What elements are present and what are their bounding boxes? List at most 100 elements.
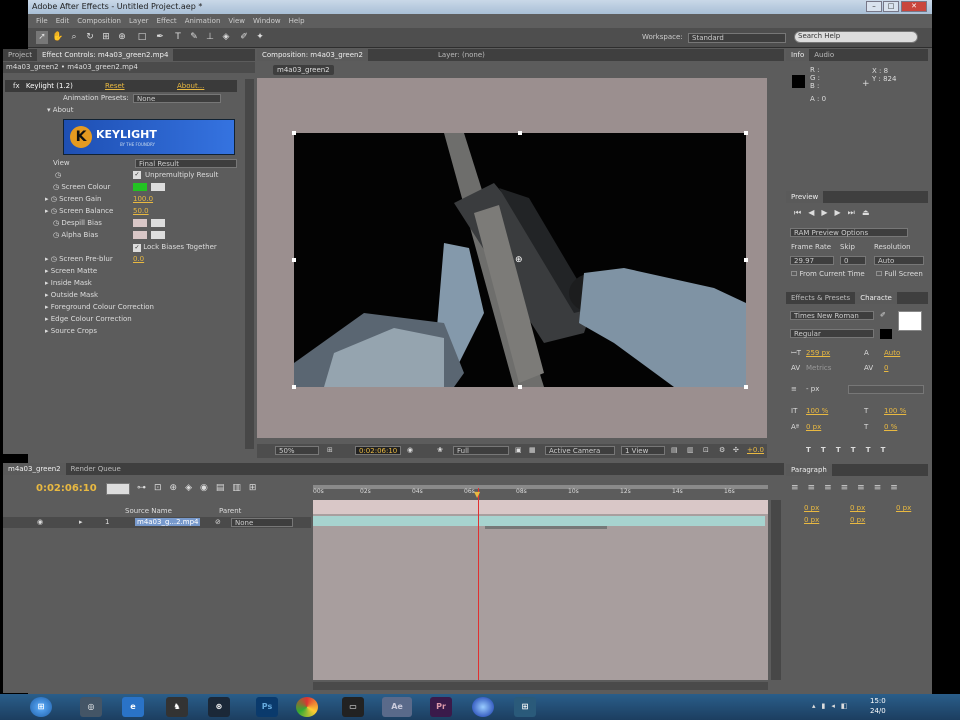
- menu-composition[interactable]: Composition: [77, 14, 121, 28]
- reset-link[interactable]: Reset: [105, 80, 125, 92]
- comp-name-button[interactable]: m4a03_green2: [273, 65, 334, 75]
- search-help-input[interactable]: Search Help: [794, 31, 918, 43]
- layer-duration-bar[interactable]: [313, 516, 765, 526]
- tab-effect-controls[interactable]: Effect Controls: m4a03_green2.mp4: [36, 49, 174, 61]
- parent-select[interactable]: None: [231, 518, 293, 527]
- transform-handle[interactable]: [292, 385, 296, 389]
- stopwatch-icon[interactable]: ◷: [53, 219, 59, 227]
- rotate-tool-icon[interactable]: ↻: [84, 31, 96, 44]
- layer-expand-icon[interactable]: ▸: [79, 518, 83, 526]
- view-select[interactable]: Final Result: [135, 159, 237, 168]
- baseline-shift-value[interactable]: 0 px: [806, 423, 821, 431]
- chrome-icon[interactable]: [296, 697, 318, 717]
- timeline-search-input[interactable]: [106, 483, 130, 495]
- tracking-value[interactable]: 0: [884, 364, 888, 372]
- time-ruler[interactable]: [313, 485, 768, 500]
- current-time-indicator[interactable]: [478, 488, 479, 680]
- menu-layer[interactable]: Layer: [129, 14, 149, 28]
- menu-help[interactable]: Help: [289, 14, 305, 28]
- tab-effects-presets[interactable]: Effects & Presets: [786, 292, 855, 304]
- about-link[interactable]: About...: [177, 80, 204, 92]
- tray-icons[interactable]: ▴▮◂◧: [812, 702, 854, 710]
- camera-select[interactable]: Active Camera: [545, 446, 615, 455]
- resolution-select[interactable]: Full: [453, 446, 509, 455]
- camera-tool-icon[interactable]: ⊞: [100, 31, 112, 44]
- timeline-icon[interactable]: ⊡: [703, 446, 709, 454]
- fx-switch-icon[interactable]: ⊘: [215, 518, 221, 526]
- menu-animation[interactable]: Animation: [185, 14, 221, 28]
- transform-handle[interactable]: [518, 385, 522, 389]
- work-area-bar[interactable]: [313, 485, 768, 489]
- space-before-value[interactable]: 0 px: [804, 516, 819, 524]
- transform-handle[interactable]: [292, 131, 296, 135]
- channel-icon[interactable]: ❀: [437, 446, 443, 454]
- playhead-icon[interactable]: ▼: [474, 490, 480, 499]
- comp-timecode[interactable]: 0:02:06:10: [355, 446, 401, 455]
- indent-right-value[interactable]: 0 px: [896, 504, 911, 512]
- unpremultiply-checkbox[interactable]: ✓: [133, 171, 141, 179]
- terminal-icon[interactable]: ▭: [342, 697, 364, 717]
- font-select[interactable]: Times New Roman: [790, 311, 874, 320]
- source-name-header[interactable]: Source Name: [125, 507, 172, 515]
- transform-handle[interactable]: [292, 258, 296, 262]
- menu-file[interactable]: File: [36, 14, 48, 28]
- skip-select[interactable]: 0: [840, 256, 866, 265]
- pen-tool-icon[interactable]: ✒: [154, 31, 166, 44]
- menu-effect[interactable]: Effect: [157, 14, 177, 28]
- eraser-tool-icon[interactable]: ◈: [220, 31, 232, 44]
- despill-swatch[interactable]: [133, 219, 147, 227]
- hand-tool-icon[interactable]: ✋: [52, 31, 64, 44]
- eyedropper-icon[interactable]: [151, 219, 165, 227]
- fast-preview-icon[interactable]: ▥: [687, 446, 694, 454]
- media-icon[interactable]: ◎: [80, 697, 102, 717]
- transform-handle[interactable]: [744, 131, 748, 135]
- screen-preblur-value[interactable]: 0.0: [133, 253, 144, 265]
- transform-handle[interactable]: [744, 385, 748, 389]
- indent-left-value[interactable]: 0 px: [804, 504, 819, 512]
- stopwatch-icon[interactable]: ◷: [55, 171, 61, 179]
- effect-controls-scrollbar[interactable]: [245, 79, 254, 449]
- text-style-buttons[interactable]: TTTTTT: [806, 446, 895, 454]
- layer-name[interactable]: m4a03_g...2.mp4: [135, 518, 201, 526]
- clone-tool-icon[interactable]: ⊥: [204, 31, 216, 44]
- tab-composition[interactable]: Composition: m4a03_green2: [257, 49, 368, 61]
- tab-audio[interactable]: Audio: [809, 49, 839, 61]
- tab-layer[interactable]: Layer: (none): [433, 49, 490, 61]
- stopwatch-icon[interactable]: ◷: [53, 231, 59, 239]
- preview-resolution-select[interactable]: Auto: [874, 256, 924, 265]
- roto-tool-icon[interactable]: ✐: [238, 31, 250, 44]
- game-icon[interactable]: ♞: [166, 697, 188, 717]
- effect-header-keylight[interactable]: fx Keylight (1.2) Reset About...: [5, 80, 237, 92]
- timeline-scrollbar[interactable]: [771, 500, 781, 680]
- playback-controls[interactable]: ⏮◀▶▶⏭⏏: [794, 208, 876, 218]
- pan-behind-tool-icon[interactable]: ⊕: [116, 31, 128, 44]
- vertical-scale-value[interactable]: 100 %: [806, 407, 828, 415]
- close-button[interactable]: ✕: [901, 1, 927, 12]
- kerning-value[interactable]: Metrics: [806, 364, 831, 372]
- stroke-width-value[interactable]: - px: [806, 385, 819, 393]
- zoom-tool-icon[interactable]: ⌕: [68, 31, 80, 44]
- toggle-pixel-icon[interactable]: ▤: [671, 446, 678, 454]
- timeline-switches-icons[interactable]: ⊶⊡⊕◈◉▤▥⊞: [137, 483, 264, 493]
- eyedropper-icon[interactable]: [151, 183, 165, 191]
- text-tool-icon[interactable]: T: [172, 31, 184, 44]
- from-current-time[interactable]: ☐ From Current Time: [791, 270, 865, 278]
- network-icon[interactable]: ⊞: [514, 697, 536, 717]
- transparency-grid-icon[interactable]: ▦: [529, 446, 536, 454]
- frame-rate-select[interactable]: 29.97: [790, 256, 834, 265]
- puppet-tool-icon[interactable]: ✦: [254, 31, 266, 44]
- snapshot-icon[interactable]: ◉: [407, 446, 413, 454]
- ie-icon[interactable]: e: [122, 697, 144, 717]
- animation-presets-select[interactable]: None: [133, 94, 221, 103]
- mask-tool-icon[interactable]: □: [136, 31, 148, 44]
- horizontal-scale-value[interactable]: 100 %: [884, 407, 906, 415]
- after-effects-icon[interactable]: Ae: [382, 697, 412, 717]
- stroke-type-select[interactable]: [848, 385, 924, 394]
- safe-area-icon[interactable]: ⊞: [327, 446, 333, 454]
- menu-window[interactable]: Window: [253, 14, 281, 28]
- exposure-icon[interactable]: ✣: [733, 446, 739, 454]
- tab-project[interactable]: Project: [3, 49, 37, 61]
- fill-color-swatch[interactable]: [898, 311, 922, 331]
- tab-character[interactable]: Characte: [855, 292, 897, 304]
- views-select[interactable]: 1 View: [621, 446, 665, 455]
